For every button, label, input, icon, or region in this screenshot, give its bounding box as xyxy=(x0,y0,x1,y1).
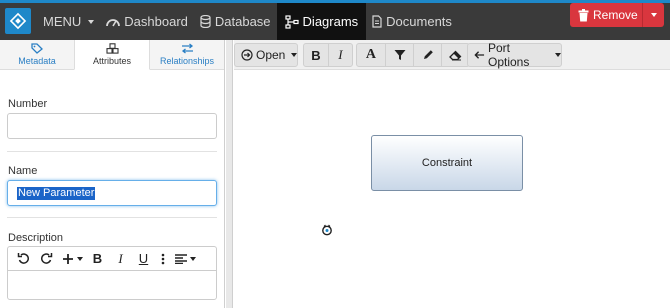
plus-icon xyxy=(62,253,73,264)
italic-icon: I xyxy=(118,250,123,266)
remove-label: Remove xyxy=(593,8,638,22)
more-vertical-icon xyxy=(161,253,165,264)
more-button[interactable] xyxy=(155,248,171,270)
tab-relationships-label: Relationships xyxy=(159,56,215,66)
number-input[interactable] xyxy=(7,113,217,139)
bold-icon: B xyxy=(311,47,321,63)
chevron-down-icon xyxy=(189,256,196,261)
undo-icon xyxy=(17,253,29,264)
divider xyxy=(7,217,217,218)
nav-dashboard[interactable]: Dashboard xyxy=(100,3,194,40)
description-label: Description xyxy=(8,232,64,244)
port-cursor-icon xyxy=(322,224,332,236)
chevron-down-icon xyxy=(88,19,95,24)
tab-attributes[interactable]: Attributes xyxy=(74,40,150,70)
nav-database[interactable]: Database xyxy=(194,3,277,40)
italic-button[interactable]: I xyxy=(109,248,132,270)
diagram-toolbar: Open B I A Port Options xyxy=(234,40,670,70)
format-group: A xyxy=(356,43,470,67)
number-label: Number xyxy=(8,98,48,110)
underline-button[interactable]: U xyxy=(132,248,155,270)
tab-metadata-label: Metadata xyxy=(18,56,56,66)
font-icon: A xyxy=(365,47,376,62)
nav-documents[interactable]: Documents xyxy=(366,3,458,40)
nav-dashboard-label: Dashboard xyxy=(124,14,188,29)
tab-metadata[interactable]: Metadata xyxy=(0,40,74,69)
tab-attributes-label: Attributes xyxy=(92,56,132,66)
remove-split-button: Remove xyxy=(570,3,664,27)
filter-button[interactable] xyxy=(386,44,414,66)
bold-icon: B xyxy=(92,251,103,266)
cubes-icon xyxy=(105,43,119,54)
arrow-left-icon xyxy=(474,51,485,59)
divider xyxy=(7,151,217,152)
exchange-icon xyxy=(181,43,193,54)
trash-icon xyxy=(578,8,589,21)
nav-diagrams[interactable]: Diagrams xyxy=(276,3,367,40)
undo-button[interactable] xyxy=(12,248,35,270)
diagram-canvas[interactable]: Constraint xyxy=(234,71,670,308)
remove-dropdown-toggle[interactable] xyxy=(642,3,664,27)
menu-label: MENU xyxy=(43,14,82,29)
app-logo[interactable] xyxy=(5,8,31,34)
chevron-down-icon xyxy=(76,256,83,261)
circle-arrow-right-icon xyxy=(241,49,253,61)
eraser-icon xyxy=(449,50,462,61)
port-options-content: Port Options xyxy=(468,41,561,69)
logo-diamond-icon xyxy=(9,12,27,30)
redo-button[interactable] xyxy=(35,248,58,270)
open-label: Open xyxy=(256,48,286,62)
remove-button[interactable]: Remove xyxy=(570,8,642,22)
align-left-icon xyxy=(174,253,187,264)
document-icon xyxy=(372,15,382,28)
nav-database-label: Database xyxy=(214,14,271,29)
diagram-node-label: Constraint xyxy=(421,157,473,169)
sitemap-icon xyxy=(284,14,299,29)
nav-diagrams-label: Diagrams xyxy=(302,14,359,29)
port-options-dropdown[interactable]: Port Options xyxy=(467,41,562,69)
name-input[interactable]: New Parameter xyxy=(7,180,217,206)
bold-button[interactable]: B xyxy=(304,44,328,66)
text-style-group: B I xyxy=(303,43,353,67)
bold-button[interactable]: B xyxy=(86,248,109,270)
dashboard-icon xyxy=(106,18,121,26)
database-icon xyxy=(200,15,211,28)
nav-documents-label: Documents xyxy=(386,14,452,29)
filter-icon xyxy=(394,50,406,60)
open-button-content: Open xyxy=(235,44,298,66)
rich-text-toolbar: B I U xyxy=(7,246,217,270)
panel-splitter[interactable] xyxy=(226,40,233,308)
font-button[interactable]: A xyxy=(357,44,385,66)
port-options-label: Port Options xyxy=(487,41,530,69)
insert-dropdown[interactable] xyxy=(58,248,86,270)
pencil-icon xyxy=(423,50,433,59)
chevron-down-icon xyxy=(650,13,657,17)
align-dropdown[interactable] xyxy=(171,248,199,270)
italic-button[interactable]: I xyxy=(329,44,352,66)
open-dropdown[interactable]: Open xyxy=(234,43,298,67)
name-label: Name xyxy=(8,165,38,177)
properties-panel: Metadata Attributes Relationships Number… xyxy=(0,40,225,308)
eraser-button[interactable] xyxy=(442,44,469,66)
properties-tabs: Metadata Attributes Relationships xyxy=(0,40,224,70)
tag-icon xyxy=(31,43,43,54)
chevron-down-icon xyxy=(291,53,298,57)
description-editor[interactable] xyxy=(7,270,217,300)
tab-relationships[interactable]: Relationships xyxy=(150,40,224,69)
menu-dropdown[interactable]: MENU xyxy=(37,3,100,40)
name-input-value: New Parameter xyxy=(17,187,96,200)
underline-icon: U xyxy=(138,251,149,266)
redo-icon xyxy=(41,253,53,264)
pencil-button[interactable] xyxy=(414,44,441,66)
italic-icon: I xyxy=(338,47,343,62)
diagram-node[interactable]: Constraint xyxy=(371,135,523,191)
chevron-down-icon xyxy=(555,53,561,57)
